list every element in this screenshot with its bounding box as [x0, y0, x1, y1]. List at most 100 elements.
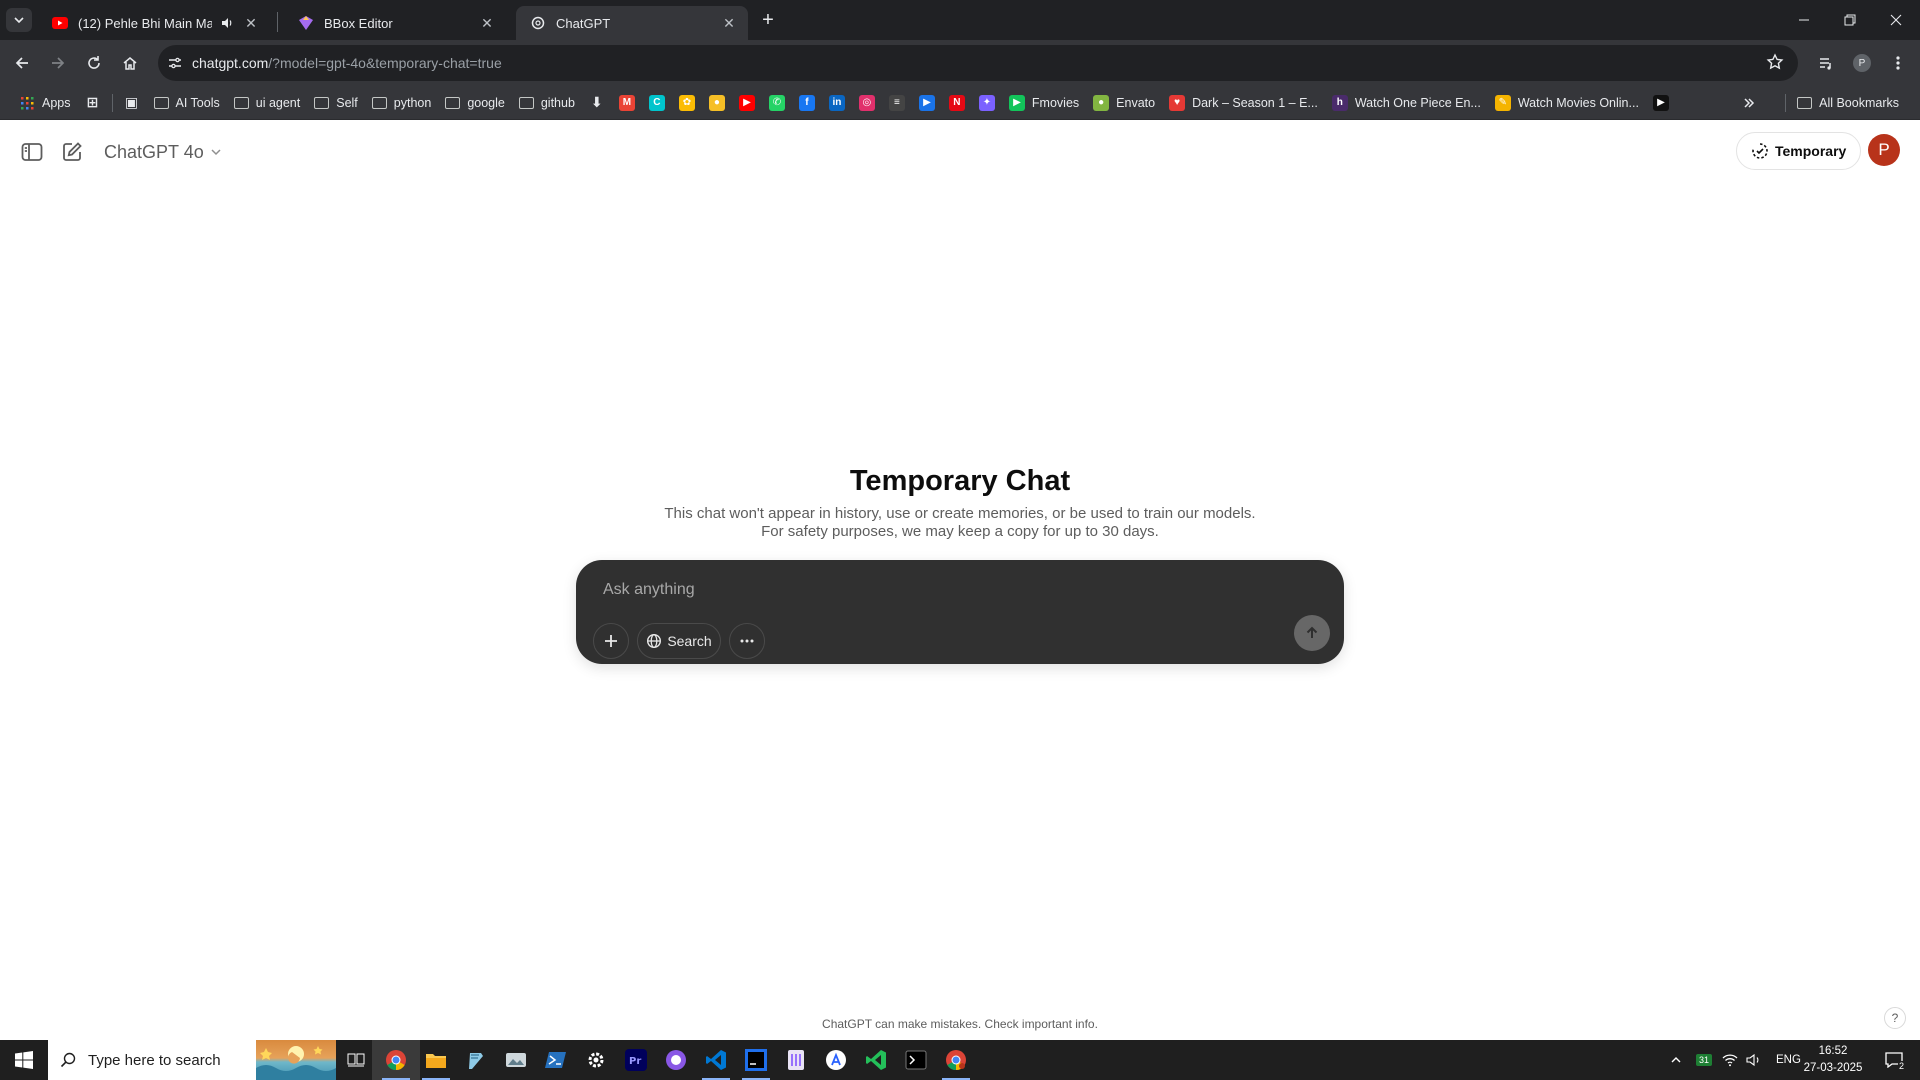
- bookmark-icon-link[interactable]: ▶: [912, 90, 942, 116]
- notepad-icon: [466, 1050, 486, 1070]
- more-tools-button[interactable]: [729, 623, 765, 659]
- home-button[interactable]: [116, 49, 144, 77]
- bookmark-icon-link[interactable]: f: [792, 90, 822, 116]
- close-tab-icon[interactable]: ✕: [720, 14, 738, 32]
- bookmark-icon-link[interactable]: ▣: [117, 90, 147, 116]
- bookmark-folder[interactable]: github: [512, 90, 582, 116]
- bookmark-folder[interactable]: Self: [307, 90, 365, 116]
- user-avatar[interactable]: P: [1868, 134, 1900, 166]
- volume-icon[interactable]: [1746, 1053, 1762, 1067]
- more-bookmarks-button[interactable]: [1735, 90, 1763, 116]
- close-tab-icon[interactable]: ✕: [478, 14, 496, 32]
- close-tab-icon[interactable]: ✕: [242, 14, 260, 32]
- bookmarks-bar: Apps ⊞ ▣ AI Tools ui agent Self python google gi…: [0, 86, 1920, 120]
- profile-button[interactable]: P: [1848, 49, 1876, 77]
- vscode-green-icon: [865, 1049, 887, 1071]
- bookmark-icon-link[interactable]: ✆: [762, 90, 792, 116]
- close-window-button[interactable]: [1873, 0, 1919, 40]
- bookmark-folder[interactable]: AI Tools: [147, 90, 227, 116]
- bookmark-label: Dark – Season 1 – E...: [1192, 95, 1318, 110]
- tray-app-badge[interactable]: 31: [1696, 1054, 1713, 1066]
- notification-icon: 2: [1885, 1052, 1905, 1071]
- wifi-icon[interactable]: [1722, 1053, 1738, 1067]
- new-chat-button[interactable]: [55, 135, 89, 169]
- bookmark-icon-link[interactable]: ≡: [882, 90, 912, 116]
- search-highlight-image[interactable]: [256, 1040, 336, 1080]
- tab-youtube[interactable]: (12) Pehle Bhi Main Mashup ✕: [38, 6, 270, 40]
- notification-center-button[interactable]: 2: [1876, 1040, 1912, 1080]
- taskbar-app-chrome-2[interactable]: [932, 1040, 980, 1080]
- back-button[interactable]: [8, 49, 36, 77]
- reload-icon: [88, 56, 100, 69]
- image-icon: ▣: [124, 94, 139, 110]
- site-info-icon[interactable]: [158, 55, 192, 71]
- media-controls-button[interactable]: [1812, 49, 1840, 77]
- temporary-chat-button[interactable]: Temporary: [1736, 132, 1862, 170]
- new-tab-button[interactable]: +: [757, 9, 779, 31]
- attach-button[interactable]: [593, 623, 629, 659]
- restore-button[interactable]: [1827, 0, 1873, 40]
- bookmark-folder[interactable]: python: [365, 90, 439, 116]
- bookmark-apps[interactable]: Apps: [12, 90, 78, 116]
- powershell-icon: [545, 1051, 567, 1069]
- url-host: chatgpt.com: [192, 55, 269, 71]
- start-button[interactable]: [0, 1040, 48, 1080]
- windows-taskbar: Type here to search Pr 31 ENG 16:52 27-0…: [0, 1040, 1920, 1080]
- youtube-icon: ▶: [738, 94, 755, 111]
- arrow-up-icon: [1306, 626, 1318, 638]
- bookmark-icon-link[interactable]: ▶: [1646, 90, 1676, 116]
- bookmark-icon-link[interactable]: C: [642, 90, 672, 116]
- bookmark-icon-link[interactable]: ⊞: [78, 90, 108, 116]
- bookmark-site[interactable]: ✎ Watch Movies Onlin...: [1488, 90, 1646, 116]
- restore-icon: [1844, 14, 1856, 26]
- send-button[interactable]: [1294, 615, 1330, 651]
- browser-tabstrip: (12) Pehle Bhi Main Mashup ✕ BBox Editor…: [0, 0, 1920, 40]
- url-path: /?model=gpt-4o&temporary-chat=true: [268, 55, 502, 71]
- compose-icon: [63, 142, 82, 161]
- bookmark-icon-link[interactable]: in: [822, 90, 852, 116]
- appstore-icon: [825, 1049, 847, 1071]
- all-bookmarks-folder[interactable]: All Bookmarks: [1790, 90, 1906, 116]
- tab-bbox-editor[interactable]: BBox Editor ✕: [284, 6, 506, 40]
- bookmark-site[interactable]: ♥ Dark – Season 1 – E...: [1162, 90, 1325, 116]
- bookmark-icon-link[interactable]: M: [612, 90, 642, 116]
- arrow-left-icon: [15, 57, 28, 69]
- file-explorer-icon: [425, 1051, 447, 1069]
- bookmark-icon-link[interactable]: ▶: [732, 90, 762, 116]
- toggle-sidebar-button[interactable]: [15, 135, 49, 169]
- search-label: Search: [667, 633, 712, 649]
- search-toggle-button[interactable]: Search: [637, 623, 721, 659]
- bookmark-icon-link[interactable]: ✦: [972, 90, 1002, 116]
- bookmark-icon-link[interactable]: ●: [702, 90, 732, 116]
- bookmark-icon-link[interactable]: ⬇: [582, 90, 612, 116]
- browser-menu-button[interactable]: [1884, 49, 1912, 77]
- chatgpt-page: ChatGPT 4o Temporary P Temporary Chat Th…: [0, 120, 1920, 1040]
- model-switcher[interactable]: ChatGPT 4o: [96, 136, 230, 168]
- github-desktop-icon: [665, 1049, 687, 1071]
- prompt-input[interactable]: [603, 574, 1303, 606]
- help-button[interactable]: ?: [1884, 1007, 1906, 1029]
- tab-chatgpt[interactable]: ChatGPT ✕: [516, 6, 748, 40]
- speaker-icon[interactable]: [220, 16, 234, 30]
- bookmark-folder[interactable]: ui agent: [227, 90, 307, 116]
- bookmark-icon-link[interactable]: N: [942, 90, 972, 116]
- minimize-button[interactable]: [1781, 0, 1827, 40]
- tab-search-button[interactable]: [6, 8, 32, 32]
- address-bar[interactable]: chatgpt.com/?model=gpt-4o&temporary-chat…: [158, 45, 1798, 81]
- reload-button[interactable]: [80, 49, 108, 77]
- bookmark-label: python: [393, 95, 432, 110]
- bookmark-site[interactable]: h Watch One Piece En...: [1325, 90, 1488, 116]
- taskbar-search[interactable]: Type here to search: [48, 1040, 256, 1080]
- bookmark-star-icon[interactable]: [1766, 53, 1784, 76]
- whatsapp-icon: ✆: [768, 94, 785, 111]
- show-hidden-icons-button[interactable]: [1664, 1054, 1688, 1066]
- bookmark-site[interactable]: ▶ Fmovies: [1002, 90, 1086, 116]
- forward-button[interactable]: [44, 49, 72, 77]
- bookmark-folder[interactable]: google: [438, 90, 512, 116]
- netflix-icon: N: [948, 94, 965, 111]
- bookmark-icon-link[interactable]: ◎: [852, 90, 882, 116]
- app-icon: [786, 1049, 806, 1071]
- taskbar-clock[interactable]: 16:52 27-03-2025: [1798, 1043, 1868, 1077]
- bookmark-icon-link[interactable]: ✿: [672, 90, 702, 116]
- bookmark-site[interactable]: ● Envato: [1086, 90, 1162, 116]
